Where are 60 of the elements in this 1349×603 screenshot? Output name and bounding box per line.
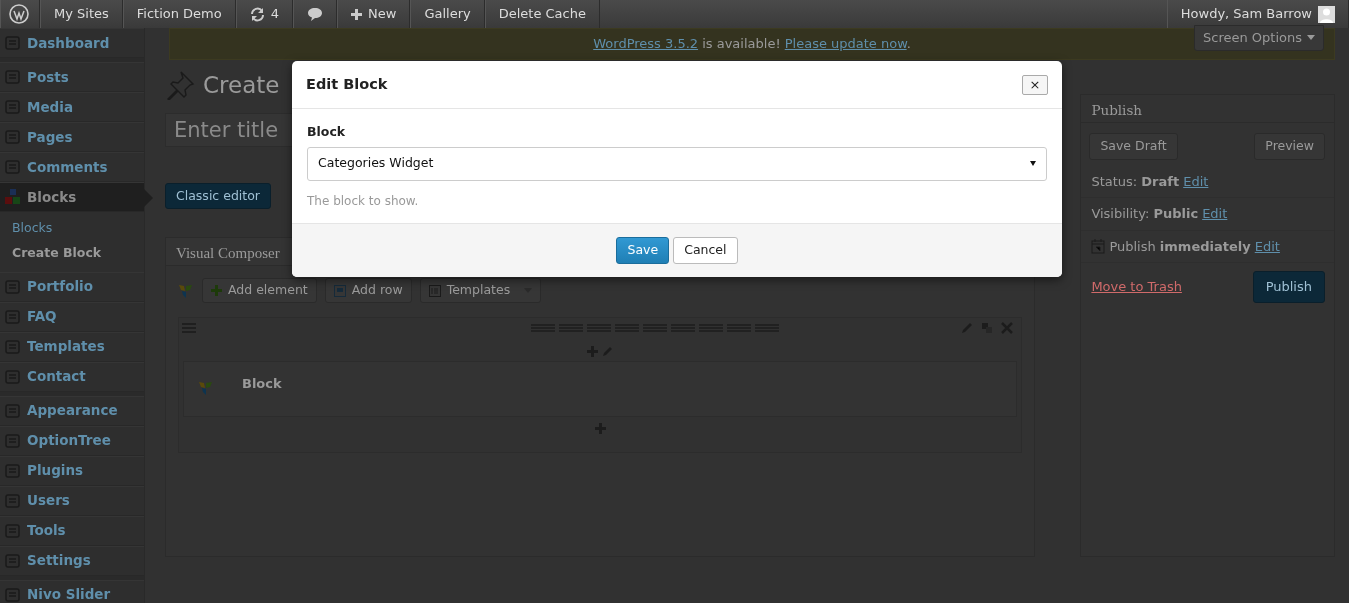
classic-editor-button[interactable]: Classic editor xyxy=(165,182,271,210)
dialog-title: Edit Block xyxy=(306,74,388,94)
avatar-icon xyxy=(1318,5,1335,23)
add-element-button[interactable]: Add element xyxy=(202,278,317,303)
field-label: Block xyxy=(307,123,347,141)
sidebar-item[interactable]: OptionTree xyxy=(0,425,144,456)
logo-icon xyxy=(9,4,29,24)
edit-link[interactable]: Edit xyxy=(1202,204,1228,224)
panel-title: Publish xyxy=(1081,95,1334,123)
composer-logo-icon xyxy=(178,282,194,299)
sidebar-item[interactable]: FAQ xyxy=(0,301,144,332)
screen-options-button[interactable]: Screen Options xyxy=(1194,25,1324,51)
sidebar-item[interactable]: Tools xyxy=(0,515,144,546)
block-logo-icon xyxy=(198,380,214,396)
calendar-icon xyxy=(1091,239,1106,254)
blocks-icon xyxy=(5,189,21,205)
admin-bar-link[interactable]: My Sites xyxy=(40,0,123,28)
block-select[interactable]: Categories Widget xyxy=(307,146,1047,181)
edit-link[interactable]: Edit xyxy=(1183,171,1209,192)
add-row-button[interactable]: Add row xyxy=(324,278,412,303)
sidebar-item[interactable]: Nivo Slider xyxy=(0,579,144,603)
plus-icon xyxy=(211,285,222,297)
template-icon xyxy=(428,284,441,297)
sidebar-item[interactable]: Plugins xyxy=(0,455,144,486)
status-text: Status: Draft xyxy=(1091,172,1180,191)
sidebar-item[interactable]: Users xyxy=(0,485,144,516)
sidebar-item[interactable]: Appearance xyxy=(0,395,144,426)
edit-link[interactable]: Edit xyxy=(1254,236,1280,257)
sidebar-item[interactable]: Templates xyxy=(0,331,144,362)
row-icon xyxy=(333,284,346,297)
close-button[interactable]: × xyxy=(1022,74,1048,95)
save-button[interactable]: Save xyxy=(616,237,670,264)
submenu-item[interactable]: Create Block xyxy=(0,240,144,266)
element-title: Block xyxy=(242,375,282,393)
status-text: Publish immediately xyxy=(1109,237,1251,256)
sidebar-item[interactable]: Pages xyxy=(0,122,144,152)
cancel-button[interactable]: Cancel xyxy=(673,237,738,264)
sidebar-item[interactable]: Settings xyxy=(0,545,144,576)
page-title: Create xyxy=(203,71,280,100)
plus-icon xyxy=(351,8,362,20)
templates-button[interactable]: Templates xyxy=(419,278,542,303)
sidebar-item[interactable]: Contact xyxy=(0,361,144,392)
site-logo-button[interactable] xyxy=(0,0,40,28)
sidebar-item[interactable]: Dashboard xyxy=(0,28,144,58)
publish-button[interactable]: Publish xyxy=(1252,271,1325,303)
move-to-trash-link[interactable]: Move to Trash xyxy=(1091,277,1182,297)
update-link[interactable]: Please update now xyxy=(784,36,907,52)
sidebar-item[interactable]: Media xyxy=(0,92,144,122)
preview-button[interactable]: Preview xyxy=(1254,133,1325,160)
version-link[interactable]: WordPress 3.5.2 xyxy=(593,36,699,52)
save-draft-button[interactable]: Save Draft xyxy=(1089,133,1178,160)
sidebar-item[interactable]: Portfolio xyxy=(0,271,144,302)
speech-bubble-icon xyxy=(307,6,323,22)
sidebar-item[interactable]: Posts xyxy=(0,62,144,92)
refresh-icon xyxy=(249,6,265,22)
update-notice: WordPress 3.5.2 is available! Please update now. xyxy=(593,35,911,54)
pushpin-icon xyxy=(165,70,195,101)
help-text: The block to show. xyxy=(307,192,420,210)
submenu-item[interactable]: Blocks xyxy=(0,216,144,241)
status-text: Visibility: Public xyxy=(1091,205,1199,224)
